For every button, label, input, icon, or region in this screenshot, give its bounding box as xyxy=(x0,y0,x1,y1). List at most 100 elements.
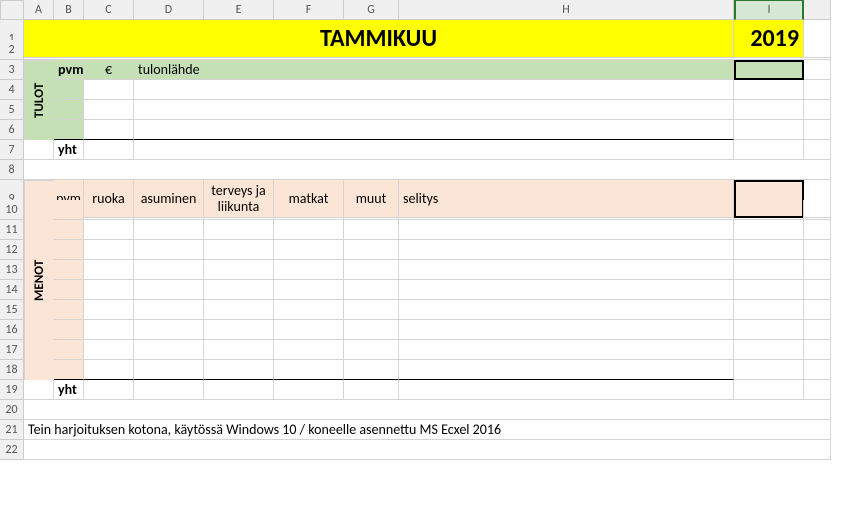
cell-pvm-tulot[interactable]: pvm xyxy=(54,60,84,80)
col-header-b[interactable]: B xyxy=(54,0,84,20)
cell-g15[interactable] xyxy=(344,300,399,320)
cell-g12[interactable] xyxy=(344,240,399,260)
cell-f12[interactable] xyxy=(274,240,344,260)
cell-h10[interactable] xyxy=(399,200,734,220)
cell-yht-tulot[interactable]: yht xyxy=(54,140,84,160)
cell-d6[interactable] xyxy=(134,120,734,140)
col-header-g[interactable]: G xyxy=(344,0,399,20)
row-header-11[interactable]: 11 xyxy=(0,220,24,240)
cell-d15[interactable] xyxy=(134,300,204,320)
cell-i11[interactable] xyxy=(734,220,804,240)
cell-b5[interactable] xyxy=(54,100,84,120)
cell-d10[interactable] xyxy=(134,200,204,220)
cell-f14[interactable] xyxy=(274,280,344,300)
cell-g11[interactable] xyxy=(344,220,399,240)
cell-e18[interactable] xyxy=(204,360,274,380)
cell-i18[interactable] xyxy=(734,360,804,380)
cell-blank-r17[interactable] xyxy=(804,340,831,360)
cell-c11[interactable] xyxy=(84,220,134,240)
cell-blank-r6[interactable] xyxy=(804,120,831,140)
cell-c15[interactable] xyxy=(84,300,134,320)
cell-r8[interactable] xyxy=(24,160,831,180)
cell-i19[interactable] xyxy=(734,380,804,400)
cell-f13[interactable] xyxy=(274,260,344,280)
cell-b12[interactable] xyxy=(54,240,84,260)
cell-e15[interactable] xyxy=(204,300,274,320)
cell-blank-r5[interactable] xyxy=(804,100,831,120)
col-header-d[interactable]: D xyxy=(134,0,204,20)
row-header-3[interactable]: 3 xyxy=(0,60,24,80)
row-header-4[interactable]: 4 xyxy=(0,80,24,100)
cell-a7[interactable] xyxy=(24,140,54,160)
row-header-14[interactable]: 14 xyxy=(0,280,24,300)
cell-b4[interactable] xyxy=(54,80,84,100)
cell-h18[interactable] xyxy=(399,360,734,380)
cell-blank-r16[interactable] xyxy=(804,320,831,340)
cell-i4[interactable] xyxy=(734,80,804,100)
cell-f16[interactable] xyxy=(274,320,344,340)
cell-h12[interactable] xyxy=(399,240,734,260)
cell-c4[interactable] xyxy=(84,80,134,100)
row-header-6[interactable]: 6 xyxy=(0,120,24,140)
cell-tulonlahde[interactable]: tulonlähde xyxy=(134,60,734,80)
cell-i7[interactable] xyxy=(734,140,804,160)
row-header-12[interactable]: 12 xyxy=(0,240,24,260)
cell-i10[interactable] xyxy=(734,200,804,220)
cell-f15[interactable] xyxy=(274,300,344,320)
cell-c6[interactable] xyxy=(84,120,134,140)
cell-g18[interactable] xyxy=(344,360,399,380)
cell-c5[interactable] xyxy=(84,100,134,120)
col-header-c[interactable]: C xyxy=(84,0,134,20)
cell-e11[interactable] xyxy=(204,220,274,240)
row-header-10[interactable]: 10 xyxy=(0,200,24,220)
row-header-7[interactable]: 7 xyxy=(0,140,24,160)
cell-d7[interactable] xyxy=(134,140,734,160)
cell-e16[interactable] xyxy=(204,320,274,340)
cell-b11[interactable] xyxy=(54,220,84,240)
cell-i14[interactable] xyxy=(734,280,804,300)
row-header-17[interactable]: 17 xyxy=(0,340,24,360)
cell-e19[interactable] xyxy=(204,380,274,400)
cell-b16[interactable] xyxy=(54,320,84,340)
row-header-8[interactable]: 8 xyxy=(0,160,24,180)
cell-g14[interactable] xyxy=(344,280,399,300)
cell-r22[interactable] xyxy=(24,440,831,460)
cell-f17[interactable] xyxy=(274,340,344,360)
col-header-e[interactable]: E xyxy=(204,0,274,20)
row-header-22[interactable]: 22 xyxy=(0,440,24,460)
cell-blank-r14[interactable] xyxy=(804,280,831,300)
row-header-13[interactable]: 13 xyxy=(0,260,24,280)
cell-r20[interactable] xyxy=(24,400,831,420)
cell-d19[interactable] xyxy=(134,380,204,400)
row-header-19[interactable]: 19 xyxy=(0,380,24,400)
cell-c19[interactable] xyxy=(84,380,134,400)
row-header-21[interactable]: 21 xyxy=(0,420,24,440)
cell-g13[interactable] xyxy=(344,260,399,280)
cell-e17[interactable] xyxy=(204,340,274,360)
cell-i15[interactable] xyxy=(734,300,804,320)
cell-f18[interactable] xyxy=(274,360,344,380)
cell-b10[interactable] xyxy=(54,200,84,220)
cell-blank-r3[interactable] xyxy=(804,60,831,80)
cell-d16[interactable] xyxy=(134,320,204,340)
cell-a19[interactable] xyxy=(24,380,54,400)
cell-h17[interactable] xyxy=(399,340,734,360)
cell-b15[interactable] xyxy=(54,300,84,320)
cell-b18[interactable] xyxy=(54,360,84,380)
cell-e10[interactable] xyxy=(204,200,274,220)
cell-c14[interactable] xyxy=(84,280,134,300)
cell-blank-r11[interactable] xyxy=(804,220,831,240)
cell-euro[interactable]: € xyxy=(84,60,134,80)
cell-i16[interactable] xyxy=(734,320,804,340)
cell-yht-menot[interactable]: yht xyxy=(54,380,84,400)
cell-e13[interactable] xyxy=(204,260,274,280)
cell-blank-r7[interactable] xyxy=(804,140,831,160)
cell-c10[interactable] xyxy=(84,200,134,220)
row-header-16[interactable]: 16 xyxy=(0,320,24,340)
cell-h11[interactable] xyxy=(399,220,734,240)
cell-e12[interactable] xyxy=(204,240,274,260)
cell-b13[interactable] xyxy=(54,260,84,280)
row-header-18[interactable]: 18 xyxy=(0,360,24,380)
cell-f10[interactable] xyxy=(274,200,344,220)
cell-g17[interactable] xyxy=(344,340,399,360)
